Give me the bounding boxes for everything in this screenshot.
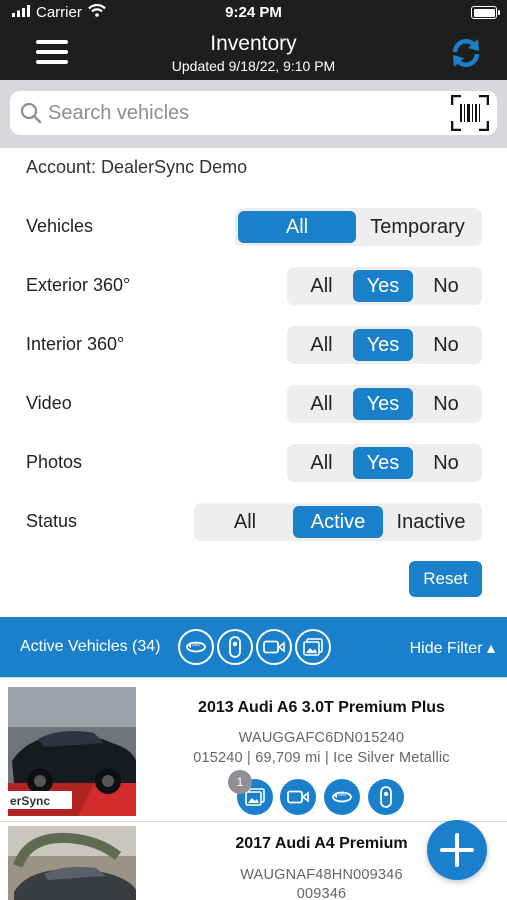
interior-segmented-control: All Yes No	[287, 326, 482, 364]
status-time: 9:24 PM	[225, 4, 282, 21]
search-input[interactable]	[48, 97, 438, 129]
last-updated-label: Updated 9/18/22, 9:10 PM	[171, 58, 336, 74]
page-title: Inventory	[210, 32, 297, 55]
photos-option-all[interactable]: All	[290, 447, 353, 479]
exterior-option-yes[interactable]: Yes	[353, 270, 413, 302]
status-option-inactive[interactable]: Inactive	[383, 506, 479, 538]
hide-filter-button[interactable]: Hide Filter ▴	[410, 638, 495, 658]
photos-option-no[interactable]: No	[413, 447, 479, 479]
vehicle-details: 009346	[296, 886, 347, 900]
interior-360-icon[interactable]	[368, 779, 404, 815]
vehicle-thumbnail	[8, 826, 136, 900]
exterior-360-icon[interactable]: 360	[324, 779, 360, 815]
video-icon[interactable]	[256, 629, 292, 665]
vehicles-option-all[interactable]: All	[238, 211, 356, 243]
interior-option-all[interactable]: All	[290, 329, 353, 361]
photos-filter-label: Photos	[26, 452, 83, 472]
refresh-icon[interactable]	[449, 36, 483, 70]
interior-filter-label: Interior 360°	[26, 334, 125, 354]
filter-summary-bar: Active Vehicles (34) 360 Hide Filter ▴	[0, 617, 507, 677]
account-label: Account: DealerSync Demo	[26, 157, 248, 177]
interior-360-icon[interactable]	[217, 629, 253, 665]
exterior-option-all[interactable]: All	[290, 270, 353, 302]
vehicle-thumbnail: erSync	[8, 687, 136, 816]
status-segmented-control: All Active Inactive	[194, 503, 482, 541]
status-filter-label: Status	[26, 511, 78, 531]
thumbnail-watermark: erSync	[10, 794, 51, 808]
photos-option-yes[interactable]: Yes	[353, 447, 413, 479]
photos-segmented-control: All Yes No	[287, 444, 482, 482]
video-option-all[interactable]: All	[290, 388, 353, 420]
vehicles-option-temporary[interactable]: Temporary	[356, 211, 479, 243]
photos-icon[interactable]	[295, 629, 331, 665]
barcode-scan-icon[interactable]	[450, 94, 490, 132]
search-bar	[0, 80, 507, 148]
svg-text:360: 360	[338, 792, 347, 798]
video-option-yes[interactable]: Yes	[353, 388, 413, 420]
exterior-filter-label: Exterior 360°	[26, 275, 131, 295]
video-icon[interactable]	[280, 779, 316, 815]
reset-button[interactable]: Reset	[409, 561, 482, 597]
add-vehicle-button[interactable]	[427, 820, 487, 880]
search-box[interactable]	[10, 91, 497, 135]
exterior-option-no[interactable]: No	[413, 270, 479, 302]
battery-icon	[471, 6, 500, 19]
vehicle-details: 015240 | 69,709 mi | Ice Silver Metallic	[193, 750, 450, 766]
search-icon	[20, 102, 42, 124]
status-bar: Carrier 9:24 PM	[0, 0, 507, 26]
vehicle-vin: WAUGGAFC6DN015240	[238, 730, 405, 746]
vehicles-segmented-control: All Temporary	[235, 208, 482, 246]
navigation-bar: Carrier 9:24 PM Inventory Updated 9/18/2…	[0, 0, 507, 80]
vehicles-filter-label: Vehicles	[26, 216, 94, 236]
exterior-segmented-control: All Yes No	[287, 267, 482, 305]
video-segmented-control: All Yes No	[287, 385, 482, 423]
vehicle-title: 2013 Audi A6 3.0T Premium Plus	[198, 699, 445, 716]
video-filter-label: Video	[26, 393, 72, 413]
interior-option-yes[interactable]: Yes	[353, 329, 413, 361]
svg-text:360: 360	[192, 642, 201, 648]
interior-option-no[interactable]: No	[413, 329, 479, 361]
video-option-no[interactable]: No	[413, 388, 479, 420]
status-option-active[interactable]: Active	[293, 506, 383, 538]
status-option-all[interactable]: All	[197, 506, 293, 538]
exterior-360-icon[interactable]: 360	[178, 629, 214, 665]
active-vehicles-count: Active Vehicles (34)	[20, 638, 161, 655]
photo-count-badge: 1	[228, 770, 252, 794]
